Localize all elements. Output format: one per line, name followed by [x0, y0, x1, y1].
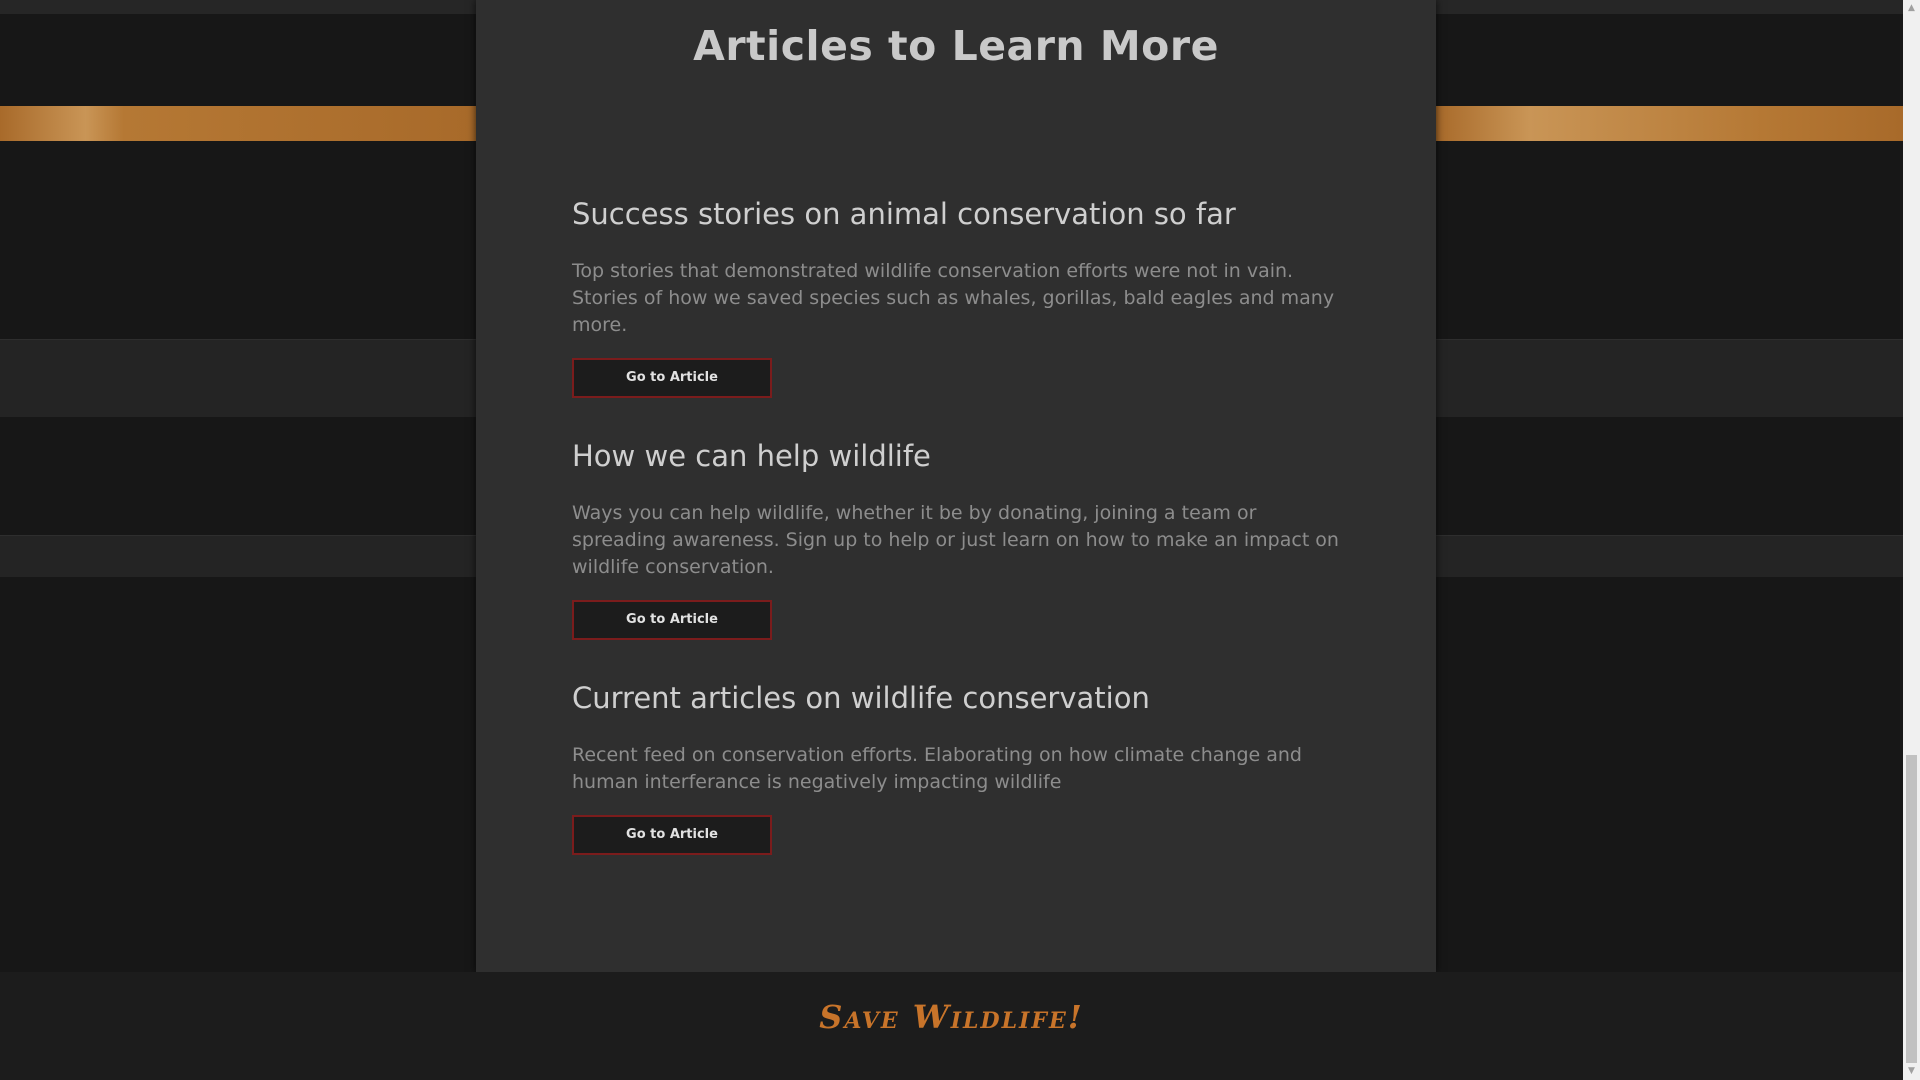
footer-title: Save Wildlife!	[819, 998, 1084, 1036]
article-description: Recent feed on conservation efforts. Ela…	[572, 744, 1302, 793]
article-description: Top stories that demonstrated wildlife c…	[572, 260, 1335, 336]
article-heading: Success stories on animal conservation s…	[572, 197, 1236, 231]
article-card: How we can help wildlife Ways you can he…	[572, 436, 1352, 640]
page: Articles to Learn More Success stories o…	[0, 0, 1920, 1080]
articles-panel: Articles to Learn More Success stories o…	[476, 0, 1436, 972]
vertical-scrollbar[interactable]: ▲ ▼	[1903, 0, 1920, 1080]
article-card: Success stories on animal conservation s…	[572, 194, 1352, 398]
article-heading: Current articles on wildlife conservatio…	[572, 681, 1150, 715]
gold-accent-band-left	[0, 106, 476, 141]
section-title: Articles to Learn More	[693, 22, 1219, 70]
go-to-article-button[interactable]: Go to Article	[572, 600, 772, 640]
scroll-up-arrow-icon[interactable]: ▲	[1903, 0, 1920, 17]
article-card: Current articles on wildlife conservatio…	[572, 678, 1352, 855]
footer: Save Wildlife!	[0, 972, 1903, 1080]
go-to-article-button[interactable]: Go to Article	[572, 358, 772, 398]
gold-accent-band-right	[1436, 106, 1903, 141]
article-description: Ways you can help wildlife, whether it b…	[572, 502, 1339, 578]
scroll-down-arrow-icon[interactable]: ▼	[1903, 1063, 1920, 1080]
article-heading: How we can help wildlife	[572, 439, 931, 473]
go-to-article-button[interactable]: Go to Article	[572, 815, 772, 855]
scrollbar-thumb[interactable]	[1906, 755, 1917, 1063]
